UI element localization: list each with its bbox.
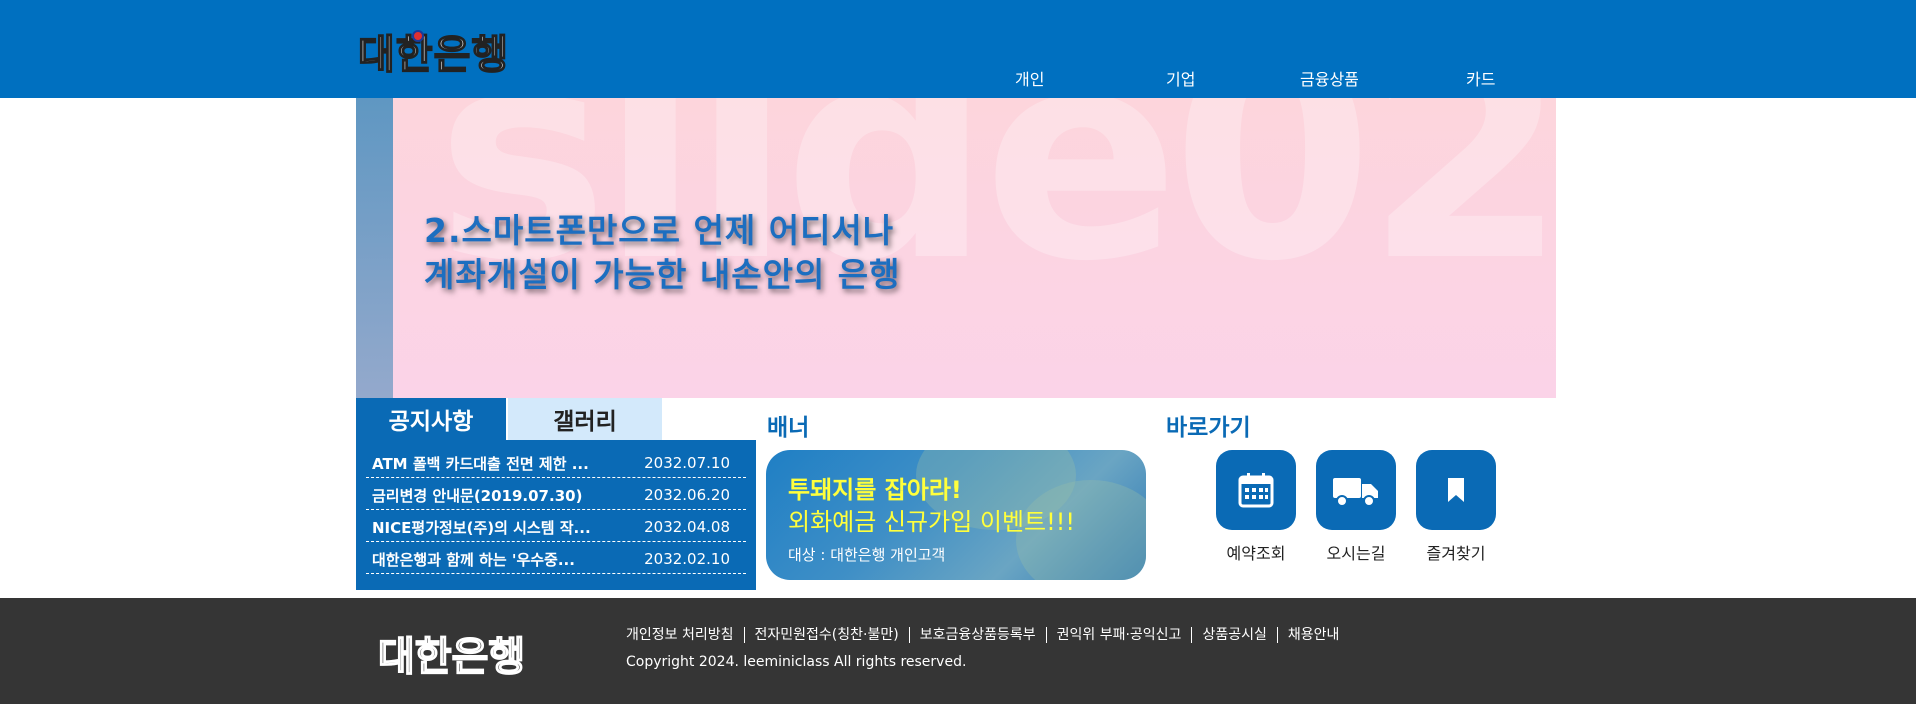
main-slider: slide02 2.스마트폰만으로 언제 어디서나 계좌개설이 가능한 내손안의… — [356, 98, 1556, 398]
notice-title: NICE평가정보(주)의 시스템 작... — [372, 519, 591, 537]
footer-link-protected-products[interactable]: 보호금융상품등록부 — [908, 627, 1046, 643]
footer-links: 개인정보 처리방침 전자민원접수(칭찬·불만) 보호금융상품등록부 권익위 부패·공익… — [626, 624, 1349, 644]
slide-text-line-2: 계좌개설이 가능한 내손안의 은행 — [424, 255, 901, 294]
banner-section-title: 배너 — [767, 415, 810, 441]
site-header: 대한은행 개인 기업 금융상품 카드 — [0, 0, 1916, 98]
main-nav: 개인 기업 금융상품 카드 — [0, 66, 1916, 90]
footer-link-complaints[interactable]: 전자민원접수(칭찬·불만) — [743, 627, 909, 643]
nav-item-financial-products[interactable]: 금융상품 — [1300, 66, 1359, 90]
footer-link-product-disclosure[interactable]: 상품공시실 — [1191, 627, 1276, 643]
nav-item-card[interactable]: 카드 — [1466, 66, 1495, 90]
logo-dot-icon — [412, 30, 424, 42]
notice-title: 대한은행과 함께 하는 '우수중... — [372, 551, 575, 569]
banner-target: 대상 : 대한은행 개인고객 — [788, 546, 946, 564]
slide-text-line-1: 2.스마트폰만으로 언제 어디서나 — [424, 211, 895, 250]
notice-row[interactable]: ATM 폴백 카드대출 전면 제한 ... 2032.07.10 — [366, 446, 746, 478]
quick-link-label: 예약조회 — [1226, 544, 1286, 563]
truck-icon — [1316, 450, 1396, 530]
nav-item-business[interactable]: 기업 — [1166, 66, 1195, 90]
notice-title: ATM 폴백 카드대출 전면 제한 ... — [372, 455, 589, 473]
notice-row[interactable]: 금리변경 안내문(2019.07.30) 2032.06.20 — [366, 478, 746, 510]
quick-link-directions[interactable]: 오시는길 — [1316, 450, 1396, 564]
quick-link-reservation[interactable]: 예약조회 — [1216, 450, 1296, 564]
notice-row[interactable]: 대한은행과 함께 하는 '우수중... 2032.02.10 — [366, 542, 746, 574]
copyright-text: Copyright 2024. leeminiclass All rights … — [626, 654, 967, 670]
bookmark-icon — [1416, 450, 1496, 530]
banner-headline: 투돼지를 잡아라! — [788, 476, 962, 504]
notice-date: 2032.04.08 — [644, 518, 730, 536]
notice-date: 2032.02.10 — [644, 550, 730, 568]
nav-item-personal[interactable]: 개인 — [1015, 66, 1044, 90]
tab-notice[interactable]: 공지사항 — [356, 398, 506, 440]
calendar-icon — [1216, 450, 1296, 530]
notice-list: ATM 폴백 카드대출 전면 제한 ... 2032.07.10 금리변경 안내… — [356, 440, 756, 590]
notice-row[interactable]: NICE평가정보(주)의 시스템 작... 2032.04.08 — [366, 510, 746, 542]
quick-link-favorites[interactable]: 즐겨찾기 — [1416, 450, 1496, 564]
footer-link-whistleblower[interactable]: 권익위 부패·공익신고 — [1045, 627, 1192, 643]
footer-link-privacy[interactable]: 개인정보 처리방침 — [626, 627, 744, 643]
event-banner[interactable]: 투돼지를 잡아라! 외화예금 신규가입 이벤트!!! 대상 : 대한은행 개인고… — [766, 450, 1146, 580]
site-footer: 대한은행 개인정보 처리방침 전자민원접수(칭찬·불만) 보호금융상품등록부 권익위 … — [0, 598, 1916, 704]
footer-logo: 대한은행 — [377, 633, 526, 681]
quick-link-label: 오시는길 — [1326, 544, 1386, 563]
banner-subheadline: 외화예금 신규가입 이벤트!!! — [788, 508, 1076, 536]
notice-title: 금리변경 안내문(2019.07.30) — [372, 487, 583, 505]
tab-gallery[interactable]: 갤러리 — [508, 398, 662, 440]
quick-links-title: 바로가기 — [1166, 415, 1251, 441]
slider-side-strip — [356, 98, 393, 398]
quick-link-label: 즐겨찾기 — [1426, 544, 1486, 563]
footer-link-careers[interactable]: 채용안내 — [1276, 627, 1350, 643]
notice-date: 2032.06.20 — [644, 486, 730, 504]
notice-date: 2032.07.10 — [644, 454, 730, 472]
